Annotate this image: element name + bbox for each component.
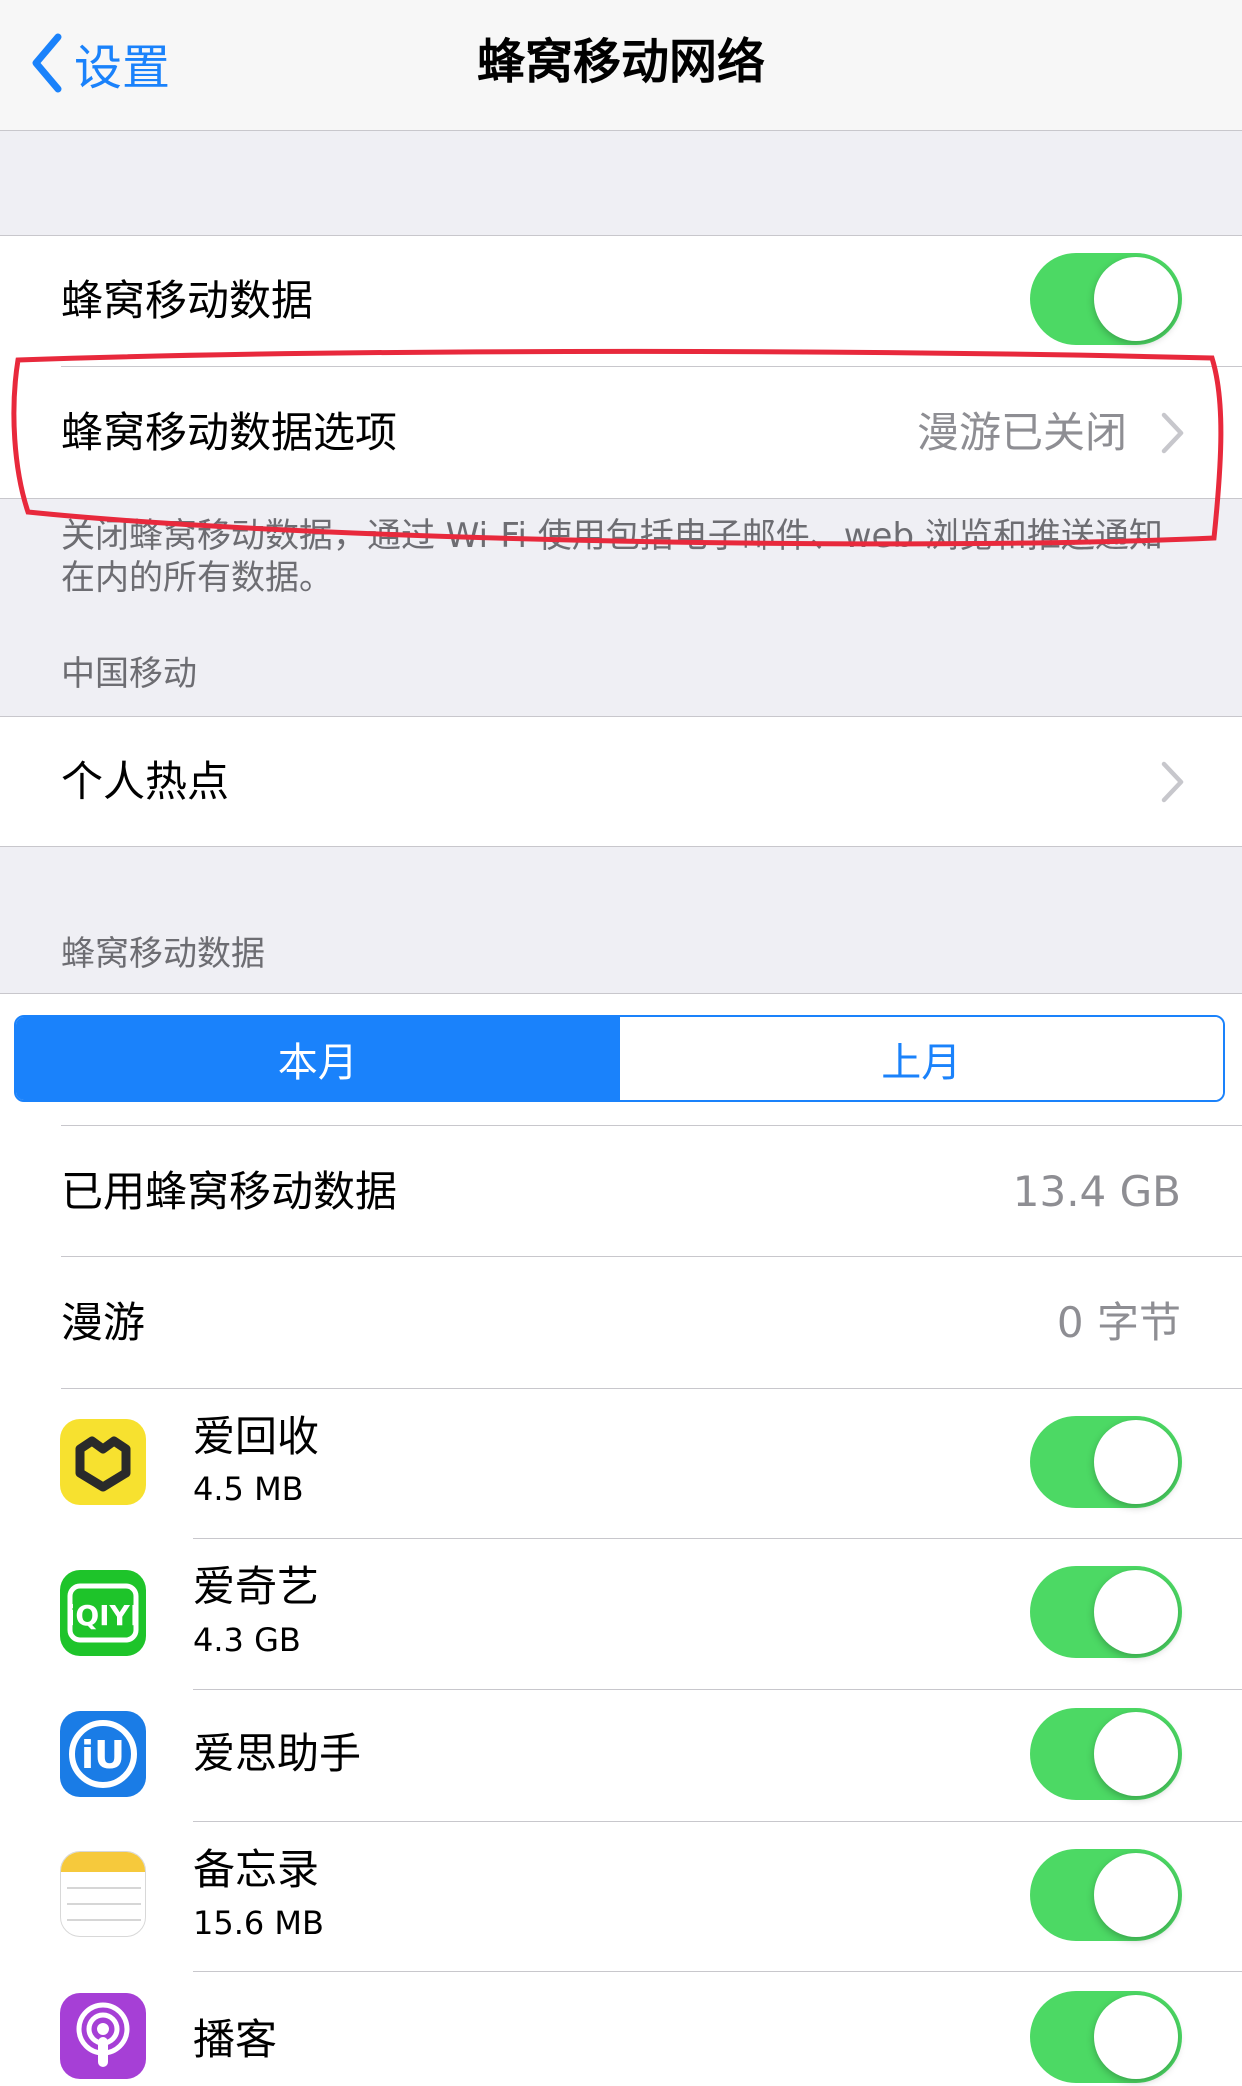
cellular-data-label: 蜂窝移动数据 [61, 276, 314, 325]
app-name: 爱思助手 [193, 1729, 362, 1778]
nav-divider [0, 130, 1242, 131]
app-data-size: 4.3 GB [193, 1621, 301, 1659]
toggle-knob [1094, 1712, 1178, 1796]
roaming-row: 漫游 0 字节 [0, 1257, 1242, 1387]
app-cellular-toggle[interactable] [1030, 1416, 1182, 1508]
segment-last-month[interactable]: 上月 [619, 1017, 1223, 1100]
notes-icon [60, 1851, 146, 1937]
period-segmented-control: 本月 上月 [14, 1015, 1225, 1102]
app-name: 爱奇艺 [193, 1562, 320, 1611]
row-divider [61, 1388, 1242, 1389]
row-divider [193, 1538, 1242, 1539]
app-cellular-toggle[interactable] [1030, 1991, 1182, 2083]
chevron-right-icon [1161, 761, 1184, 803]
app-name: 播客 [193, 2015, 278, 2064]
segment-this-month[interactable]: 本月 [16, 1017, 620, 1100]
data-used-row: 已用蜂窝移动数据 13.4 GB [0, 1126, 1242, 1256]
group-bottom-divider [0, 846, 1242, 847]
highlight-annotation [11, 348, 1224, 547]
app-cellular-toggle[interactable] [1030, 1566, 1182, 1658]
navigation-bar: 设置 蜂窝移动网络 [0, 0, 1242, 130]
app-cellular-toggle[interactable] [1030, 1849, 1182, 1941]
cellular-data-toggle[interactable] [1030, 253, 1182, 345]
toggle-knob [1094, 1420, 1178, 1504]
roaming-label: 漫游 [61, 1298, 146, 1347]
app-data-size: 4.5 MB [193, 1470, 304, 1508]
personal-hotspot-row[interactable]: 个人热点 [0, 717, 1242, 846]
row-divider [193, 1971, 1242, 1972]
podcasts-icon [60, 1993, 146, 2079]
carrier-section-title: 中国移动 [61, 654, 197, 694]
svg-text:iQIYI: iQIYI [66, 1599, 141, 1632]
data-used-value: 13.4 GB [1012, 1167, 1181, 1216]
app-name: 备忘录 [193, 1845, 320, 1894]
app-name: 爱回收 [193, 1412, 320, 1461]
toggle-knob [1094, 1853, 1178, 1937]
app-data-size: 15.6 MB [193, 1904, 324, 1942]
toggle-knob [1094, 257, 1178, 341]
aihuishou-icon [60, 1419, 146, 1505]
app-cellular-toggle[interactable] [1030, 1708, 1182, 1800]
page-title: 蜂窝移动网络 [476, 34, 765, 90]
roaming-value: 0 字节 [1056, 1298, 1181, 1347]
svg-text:iU: iU [81, 1733, 125, 1777]
row-divider [193, 1821, 1242, 1822]
toggle-knob [1094, 1995, 1178, 2079]
personal-hotspot-label: 个人热点 [61, 757, 230, 806]
data-used-label: 已用蜂窝移动数据 [61, 1167, 398, 1216]
row-divider [193, 1689, 1242, 1690]
toggle-knob [1094, 1570, 1178, 1654]
usage-section-title: 蜂窝移动数据 [61, 934, 265, 974]
i4-icon: iU [60, 1711, 146, 1797]
iqiyi-icon: iQIYI [60, 1570, 146, 1656]
